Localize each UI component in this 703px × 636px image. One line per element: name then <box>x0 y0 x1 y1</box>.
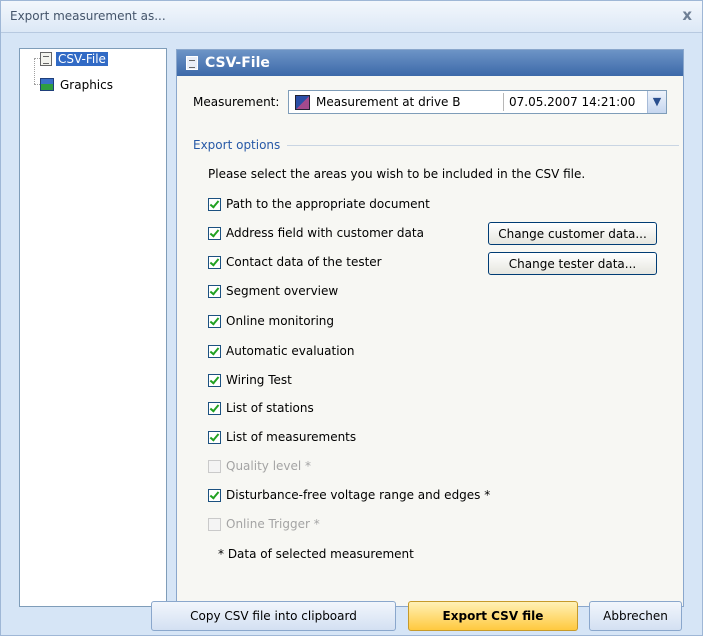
checkbox[interactable] <box>208 430 221 444</box>
option-label: Segment overview <box>226 284 339 298</box>
measurement-name: Measurement at drive B <box>316 95 461 109</box>
option-online-monitoring[interactable]: Online monitoring <box>208 314 334 328</box>
export-dialog: Export measurement as... x CSV-File Grap… <box>0 0 703 636</box>
option-wiring-test[interactable]: Wiring Test <box>208 373 292 387</box>
change-customer-data-button[interactable]: Change customer data... <box>488 222 657 245</box>
copy-to-clipboard-button[interactable]: Copy CSV file into clipboard <box>151 601 396 631</box>
window-title: Export measurement as... <box>10 9 166 23</box>
format-tree: CSV-File Graphics <box>19 48 167 607</box>
option-label: List of stations <box>226 401 314 415</box>
measurement-select[interactable]: Measurement at drive B 07.05.2007 14:21:… <box>288 90 667 114</box>
checkbox[interactable] <box>208 314 221 328</box>
option-label: Disturbance-free voltage range and edges… <box>226 488 491 502</box>
option-label: List of measurements <box>226 430 357 444</box>
option-online-trigger: Online Trigger * <box>208 517 320 531</box>
footnote: * Data of selected measurement <box>218 547 414 561</box>
tree-item-graphics[interactable]: Graphics <box>40 76 115 93</box>
csv-file-icon <box>40 51 52 66</box>
tree-item-label: CSV-File <box>56 51 108 66</box>
cancel-button[interactable]: Abbrechen <box>589 601 682 631</box>
csv-file-icon <box>186 56 198 70</box>
option-label: Contact data of the tester <box>226 255 382 269</box>
change-tester-data-button[interactable]: Change tester data... <box>488 252 657 275</box>
option-list-of-measurements[interactable]: List of measurements <box>208 430 356 444</box>
group-label: Export options <box>193 138 281 152</box>
option-label: Online Trigger * <box>226 517 320 531</box>
checkbox[interactable] <box>208 488 221 502</box>
option-label: Wiring Test <box>226 373 292 387</box>
checkbox[interactable] <box>208 373 221 387</box>
checkbox[interactable] <box>208 255 221 269</box>
option-disturbance-free[interactable]: Disturbance-free voltage range and edges… <box>208 488 490 502</box>
chevron-down-icon[interactable]: ▼ <box>647 91 666 113</box>
export-csv-button[interactable]: Export CSV file <box>408 601 578 631</box>
title-bar: Export measurement as... x <box>1 1 702 33</box>
measurement-label: Measurement: <box>193 95 280 109</box>
checkbox <box>208 517 221 531</box>
measurement-icon <box>295 94 310 110</box>
checkbox[interactable] <box>208 284 221 298</box>
panel-header: CSV-File <box>177 50 683 76</box>
export-options-group: Export options <box>193 138 679 152</box>
instruction-text: Please select the areas you wish to be i… <box>208 167 586 181</box>
checkbox[interactable] <box>208 401 221 415</box>
option-segment-overview[interactable]: Segment overview <box>208 284 338 298</box>
tree-item-label: Graphics <box>60 77 113 92</box>
group-divider <box>287 144 679 146</box>
option-label: Automatic evaluation <box>226 344 355 358</box>
option-quality-level: Quality level * <box>208 459 311 473</box>
checkbox[interactable] <box>208 344 221 358</box>
option-label: Path to the appropriate document <box>226 197 430 211</box>
checkbox[interactable] <box>208 197 221 211</box>
tree-connector <box>34 58 35 84</box>
panel-title: CSV-File <box>205 55 270 71</box>
measurement-row: Measurement: Measurement at drive B 07.0… <box>193 90 667 114</box>
measurement-datetime: 07.05.2007 14:21:00 <box>509 95 636 109</box>
graphics-icon <box>40 78 54 91</box>
checkbox <box>208 459 221 473</box>
option-label: Address field with customer data <box>226 226 424 240</box>
option-automatic-evaluation[interactable]: Automatic evaluation <box>208 344 354 358</box>
combo-separator <box>503 93 504 111</box>
option-path[interactable]: Path to the appropriate document <box>208 197 430 211</box>
option-label: Online monitoring <box>226 314 335 328</box>
option-list-of-stations[interactable]: List of stations <box>208 401 314 415</box>
checkbox[interactable] <box>208 226 221 240</box>
tree-item-csv-file[interactable]: CSV-File <box>40 50 108 67</box>
csv-options-panel: CSV-File Measurement: Measurement at dri… <box>176 49 684 607</box>
option-label: Quality level * <box>226 459 312 473</box>
option-tester-contact[interactable]: Contact data of the tester <box>208 255 382 269</box>
option-address[interactable]: Address field with customer data <box>208 226 424 240</box>
close-icon[interactable]: x <box>682 6 692 24</box>
